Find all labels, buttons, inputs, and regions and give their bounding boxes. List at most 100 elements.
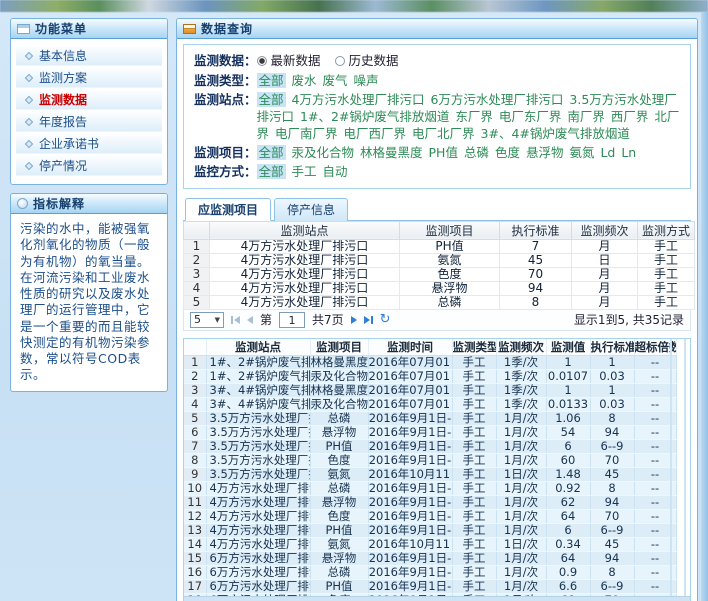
table-row[interactable]: 44万方污水处理厂排污口悬浮物94月手工 bbox=[184, 281, 695, 295]
radio-option[interactable]: 历史数据 bbox=[335, 52, 399, 69]
filter-link[interactable]: 全部 bbox=[257, 145, 286, 160]
table-cell: PH值 bbox=[310, 523, 368, 537]
sidebar-item-4[interactable]: 年度报告 bbox=[16, 112, 162, 132]
scrollbar-track-2[interactable] bbox=[684, 339, 686, 601]
filter-link[interactable]: 色度 bbox=[495, 145, 520, 160]
table-cell: 8 bbox=[184, 453, 206, 467]
table-cell: 1日/次 bbox=[496, 467, 546, 481]
table-row[interactable]: 73.5万方污水处理厂排污口PH值2016年9月1日-手工1月/次66--9-- bbox=[184, 439, 676, 453]
filter-link[interactable]: 林格曼黑度 bbox=[360, 145, 423, 160]
table-row[interactable]: 134万方污水处理厂排污口PH值2016年9月1日-手工1月/次66--9-- bbox=[184, 523, 676, 537]
prev-page-button[interactable] bbox=[247, 316, 253, 324]
page-number-input[interactable]: 1 bbox=[279, 312, 305, 328]
filter-link[interactable]: 6万方污水处理厂排污口 bbox=[430, 92, 563, 107]
table-row[interactable]: 53.5万方污水处理厂排污口总磷2016年9月1日-手工1月/次1.068-- bbox=[184, 411, 676, 425]
table-cell: 总磷 bbox=[310, 565, 368, 579]
diamond-icon bbox=[25, 139, 33, 147]
table-cell: 2016年9月1日- bbox=[368, 439, 452, 453]
filter-link[interactable]: 全部 bbox=[257, 92, 286, 107]
filter-link[interactable]: 西厂界 bbox=[611, 109, 649, 124]
page-size-value: 5 bbox=[194, 313, 201, 326]
radio-icon[interactable] bbox=[335, 56, 345, 66]
filter-link[interactable]: 电厂南厂界 bbox=[275, 126, 338, 141]
filter-link[interactable]: 自动 bbox=[323, 164, 348, 179]
filter-link[interactable]: 废水 bbox=[292, 73, 317, 88]
table-row[interactable]: 14万方污水处理厂排污口PH值7月手工 bbox=[184, 239, 695, 253]
table-cell: 1#、2#锅炉废气排放烟道 bbox=[206, 369, 310, 383]
column-header: 监测站点 bbox=[210, 221, 400, 239]
table-cell: 6 bbox=[546, 439, 590, 453]
table-cell: 1月/次 bbox=[496, 495, 546, 509]
table-cell: 2 bbox=[184, 369, 206, 383]
table-cell: 11 bbox=[184, 495, 206, 509]
table-row[interactable]: 43#、4#锅炉废气排放烟道汞及化合物2016年07月01日手工1季/次0.01… bbox=[184, 397, 676, 411]
table-cell: 6万方污水处理厂排污口 bbox=[206, 551, 310, 565]
table-cell: 1月/次 bbox=[496, 411, 546, 425]
sidebar-item-5[interactable]: 企业承诺书 bbox=[16, 134, 162, 154]
table-row[interactable]: 33#、4#锅炉废气排放烟道林格曼黑度2016年07月01日手工1季/次11-- bbox=[184, 383, 676, 397]
column-header: 执行标准 bbox=[590, 339, 634, 356]
refresh-icon[interactable]: ↻ bbox=[380, 313, 391, 326]
filter-link[interactable]: 4万方污水处理厂排污口 bbox=[292, 92, 425, 107]
filter-link[interactable]: PH值 bbox=[429, 145, 458, 160]
table-row[interactable]: 104万方污水处理厂排污口总磷2016年9月1日-手工1月/次0.928-- bbox=[184, 481, 676, 495]
table-row[interactable]: 21#、2#锅炉废气排放烟道汞及化合物2016年07月01日手工1季/次0.01… bbox=[184, 369, 676, 383]
filter-link[interactable]: Ld bbox=[600, 145, 615, 160]
table-row[interactable]: 166万方污水处理厂排污口总磷2016年9月1日-手工1月/次0.98-- bbox=[184, 565, 676, 579]
table-row[interactable]: 83.5万方污水处理厂排污口色度2016年9月1日-手工1月/次6070-- bbox=[184, 453, 676, 467]
tab-2[interactable]: 停产信息 bbox=[274, 198, 348, 221]
scrollbar-track[interactable] bbox=[670, 339, 672, 601]
filter-link[interactable]: 1#、2#锅炉废气排放烟道 bbox=[300, 109, 449, 124]
diamond-icon bbox=[25, 95, 33, 103]
filter-link[interactable]: 电厂东厂界 bbox=[499, 109, 562, 124]
filter-options: 全部 汞及化合物 林格曼黑度 PH值 总磷 色度 悬浮物 氨氮 Ld Ln bbox=[257, 144, 680, 161]
table-cell: 林格曼黑度 bbox=[310, 383, 368, 397]
sidebar-item-6[interactable]: 停产情况 bbox=[16, 156, 162, 176]
filter-link[interactable]: 汞及化合物 bbox=[292, 145, 355, 160]
radio-icon[interactable] bbox=[257, 56, 267, 66]
table-cell: 2016年9月1日- bbox=[368, 509, 452, 523]
filter-link[interactable]: 氨氮 bbox=[569, 145, 594, 160]
filter-link[interactable]: 东厂界 bbox=[455, 109, 493, 124]
table-row[interactable]: 54万方污水处理厂排污口总磷8月手工 bbox=[184, 295, 695, 309]
filter-link[interactable]: 3#、4#锅炉废气排放烟道 bbox=[481, 126, 630, 141]
table-row[interactable]: 11#、2#锅炉废气排放烟道林格曼黑度2016年07月01日手工1季/次11-- bbox=[184, 355, 676, 369]
filter-link[interactable]: 悬浮物 bbox=[526, 145, 564, 160]
table-cell: 汞及化合物 bbox=[310, 369, 368, 383]
diamond-icon bbox=[25, 117, 33, 125]
filter-link[interactable]: 全部 bbox=[257, 164, 286, 179]
table-row[interactable]: 124万方污水处理厂排污口色度2016年9月1日-手工1月/次6470-- bbox=[184, 509, 676, 523]
filter-link[interactable]: 电厂北厂界 bbox=[412, 126, 475, 141]
table-cell: 手工 bbox=[638, 267, 695, 281]
filter-link[interactable]: 总磷 bbox=[464, 145, 489, 160]
filter-link[interactable]: 全部 bbox=[257, 73, 286, 88]
filter-link[interactable]: Ln bbox=[621, 145, 636, 160]
table-row[interactable]: 144万方污水处理厂排污口氨氮2016年10月11日手工1日/次0.3445-- bbox=[184, 537, 676, 551]
filter-link[interactable]: 南厂界 bbox=[567, 109, 605, 124]
table-cell: 手工 bbox=[638, 295, 695, 309]
filter-link[interactable]: 电厂西厂界 bbox=[344, 126, 407, 141]
table-row[interactable]: 176万方污水处理厂排污口PH值2016年9月1日-手工1月/次6.66--9-… bbox=[184, 579, 676, 593]
sidebar-item-3[interactable]: 监测数据 bbox=[16, 90, 162, 110]
table-row[interactable]: 93.5万方污水处理厂排污口氨氮2016年10月11日手工1日/次1.4845-… bbox=[184, 467, 676, 481]
sidebar-item-1[interactable]: 基本信息 bbox=[16, 46, 162, 66]
filter-link[interactable]: 手工 bbox=[292, 164, 317, 179]
table-cell: 2016年07月01日 bbox=[368, 355, 452, 369]
tab-1[interactable]: 应监测项目 bbox=[185, 198, 271, 221]
sidebar-item-2[interactable]: 监测方案 bbox=[16, 68, 162, 88]
table-row[interactable]: 114万方污水处理厂排污口悬浮物2016年9月1日-手工1月/次6294-- bbox=[184, 495, 676, 509]
table-row[interactable]: 34万方污水处理厂排污口色度70月手工 bbox=[184, 267, 695, 281]
table-row[interactable]: 63.5万方污水处理厂排污口悬浮物2016年9月1日-手工1月/次5494-- bbox=[184, 425, 676, 439]
radio-option[interactable]: 最新数据 bbox=[257, 52, 321, 69]
last-page-button[interactable] bbox=[364, 316, 373, 324]
next-page-button[interactable] bbox=[351, 316, 357, 324]
table-row[interactable]: 24万方污水处理厂排污口氨氮45日手工 bbox=[184, 253, 695, 267]
table-row[interactable]: 156万方污水处理厂排污口悬浮物2016年9月1日-手工1月/次6494-- bbox=[184, 551, 676, 565]
table-cell: 45 bbox=[590, 537, 634, 551]
first-page-button[interactable] bbox=[231, 316, 240, 324]
page-size-select[interactable]: 5 ▼ bbox=[190, 312, 224, 328]
column-header: 监测时间 bbox=[368, 339, 452, 356]
filter-link[interactable]: 废气 bbox=[323, 73, 348, 88]
table-cell: 林格曼黑度 bbox=[310, 355, 368, 369]
filter-link[interactable]: 噪声 bbox=[354, 73, 379, 88]
